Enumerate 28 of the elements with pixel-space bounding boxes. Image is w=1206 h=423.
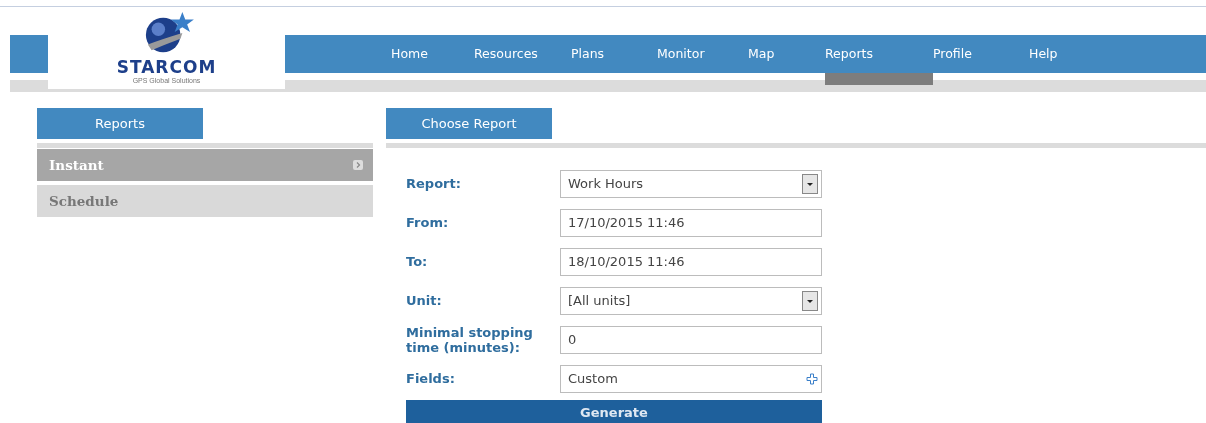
- nav-link[interactable]: Help: [1029, 35, 1134, 85]
- nav-link[interactable]: Monitor: [657, 35, 748, 85]
- input-field[interactable]: 17/10/2015 11:46: [560, 208, 822, 237]
- sidebar-item[interactable]: Instant: [37, 149, 373, 181]
- field-label: To:: [406, 254, 429, 269]
- nav-link[interactable]: Home: [391, 35, 474, 85]
- dropdown-field[interactable]: Work Hours: [560, 169, 822, 198]
- field-label: From:: [406, 215, 450, 230]
- generate-button[interactable]: Generate: [406, 400, 822, 423]
- logo-wordmark: STARCOM: [116, 58, 217, 76]
- field-label: Unit:: [406, 293, 443, 308]
- sidebar-item[interactable]: Schedule: [37, 185, 373, 217]
- header-bar: [10, 35, 48, 73]
- nav-link[interactable]: Map: [748, 35, 825, 85]
- field-label: Report:: [406, 176, 462, 191]
- nav-link[interactable]: Profile: [933, 35, 1029, 85]
- nav-link[interactable]: Resources: [474, 35, 571, 85]
- input-field[interactable]: Custom: [560, 364, 822, 393]
- plus-icon[interactable]: [806, 372, 818, 385]
- nav-link[interactable]: Plans: [571, 35, 657, 85]
- sidebar-title: Reports: [37, 108, 203, 139]
- input-field[interactable]: 18/10/2015 11:46: [560, 247, 822, 276]
- input-field[interactable]: 0: [560, 325, 822, 354]
- field-label: Minimal stopping time (minutes):: [406, 324, 534, 355]
- field-label: Fields:: [406, 371, 456, 386]
- dropdown-field[interactable]: [All units]: [560, 286, 822, 315]
- panel-tab[interactable]: Choose Report: [386, 108, 552, 139]
- chevron-icon: [353, 160, 363, 170]
